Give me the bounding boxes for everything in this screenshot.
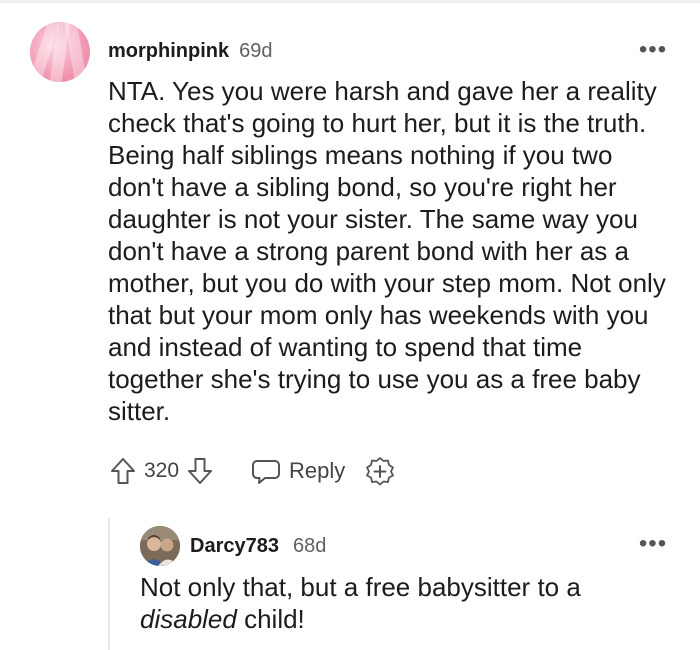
comment-body: NTA. Yes you were harsh and gave her a r… — [108, 76, 666, 426]
reply-age: 68d — [292, 534, 327, 557]
thread-line[interactable] — [108, 518, 110, 650]
comment-author[interactable]: morphinpink — [108, 40, 229, 63]
vote-score: 320 — [144, 459, 180, 482]
reply-body-text-end: child! — [236, 604, 305, 634]
reply-more-options-icon[interactable]: ••• — [638, 532, 668, 556]
comment-actions: 320 Reply — [108, 453, 395, 489]
reply-body-emphasis: disabled — [140, 604, 237, 634]
add-award-icon[interactable] — [365, 454, 395, 488]
reply-button[interactable]: Reply — [251, 454, 345, 488]
reply-author[interactable]: Darcy783 — [190, 535, 279, 558]
top-divider — [0, 0, 700, 3]
comment-age: 69d — [239, 39, 273, 62]
avatar[interactable] — [30, 22, 90, 82]
comment-header: morphinpink 69d — [108, 36, 272, 66]
reply-label: Reply — [289, 458, 346, 483]
reply-body: Not only that, but a free babysitter to … — [140, 571, 660, 635]
reply-avatar[interactable] — [140, 526, 180, 566]
reply-header: Darcy783 68d — [190, 531, 326, 561]
speech-bubble-icon — [251, 454, 281, 488]
downvote-arrow-icon[interactable] — [185, 454, 215, 488]
reply-body-text-start: Not only that, but a free babysitter to … — [140, 572, 581, 602]
more-options-icon[interactable]: ••• — [638, 38, 668, 62]
upvote-arrow-icon[interactable] — [108, 454, 138, 488]
